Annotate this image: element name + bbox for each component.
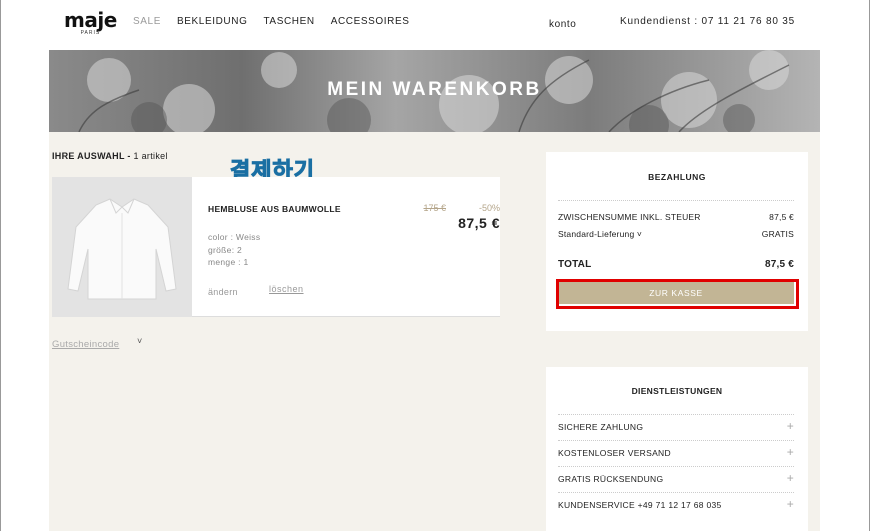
service-label: GRATIS RÜCKSENDUNG <box>558 474 664 484</box>
product-price: 87,5 € <box>458 215 500 231</box>
cart-item: HEMBLUSE AUS BAUMWOLLE color : Weiss grö… <box>192 177 500 317</box>
blouse-image <box>67 198 177 300</box>
product-name[interactable]: HEMBLUSE AUS BAUMWOLLE <box>208 204 341 214</box>
product-quantity: menge : 1 <box>208 257 249 267</box>
service-label: KUNDENSERVICE +49 71 12 17 68 035 <box>558 500 722 510</box>
nav-item-taschen[interactable]: TASCHEN <box>263 16 314 27</box>
service-item-customer-service[interactable]: KUNDENSERVICE +49 71 12 17 68 035 + <box>558 492 794 518</box>
product-color: color : Weiss <box>208 232 261 242</box>
selection-heading: IHRE AUSWAHL - 1 artikel <box>52 151 168 161</box>
total-row: TOTAL 87,5 € <box>558 259 794 270</box>
product-image[interactable] <box>52 177 192 317</box>
services-panel: DIENSTLEISTUNGEN SICHERE ZAHLUNG + KOSTE… <box>546 367 808 531</box>
subtotal-label: ZWISCHENSUMME INKL. STEUER <box>558 212 701 222</box>
customer-service-phone[interactable]: Kundendienst : 07 11 21 76 80 35 <box>620 16 795 27</box>
payment-title: BEZAHLUNG <box>648 172 706 182</box>
subtotal-value: 87,5 € <box>769 212 794 222</box>
nav-item-sale[interactable]: SALE <box>133 16 161 27</box>
shipping-method-select[interactable]: Standard-Lieferung ˅ <box>558 229 642 239</box>
shipping-value: GRATIS <box>761 229 794 239</box>
chevron-down-icon[interactable]: ˅ <box>137 336 142 346</box>
checkout-highlight-box <box>556 279 799 309</box>
service-label: KOSTENLOSER VERSAND <box>558 448 671 458</box>
selection-count: 1 artikel <box>133 151 168 161</box>
original-price: 175 € <box>423 203 446 213</box>
top-bar: maje PARIS SALE BEKLEIDUNG TASCHEN ACCES… <box>49 0 820 50</box>
total-value: 87,5 € <box>764 259 794 270</box>
service-item-secure-payment[interactable]: SICHERE ZAHLUNG + <box>558 414 794 440</box>
selection-label: IHRE AUSWAHL - <box>52 151 134 161</box>
subtotal-row: ZWISCHENSUMME INKL. STEUER 87,5 € <box>558 212 794 222</box>
coupon-code-toggle[interactable]: Gutscheincode <box>52 339 119 350</box>
logo-wordmark: maje <box>64 8 117 32</box>
total-label: TOTAL <box>558 259 592 270</box>
discount-badge: -50% <box>478 203 500 213</box>
plus-icon[interactable]: + <box>787 419 794 433</box>
shipping-row: Standard-Lieferung ˅ GRATIS <box>558 229 794 239</box>
plus-icon[interactable]: + <box>787 445 794 459</box>
page-title: MEIN WARENKORB <box>327 79 542 100</box>
nav-item-accessoires[interactable]: ACCESSOIRES <box>331 16 410 27</box>
service-label: SICHERE ZAHLUNG <box>558 422 644 432</box>
service-item-free-shipping[interactable]: KOSTENLOSER VERSAND + <box>558 440 794 466</box>
service-item-free-returns[interactable]: GRATIS RÜCKSENDUNG + <box>558 466 794 492</box>
account-link[interactable]: konto <box>549 19 576 30</box>
main-nav: SALE BEKLEIDUNG TASCHEN ACCESSOIRES <box>133 16 410 27</box>
services-title: DIENSTLEISTUNGEN <box>631 386 723 396</box>
plus-icon[interactable]: + <box>787 471 794 485</box>
change-item-link[interactable]: ändern <box>208 287 238 297</box>
brand-logo[interactable]: maje PARIS <box>64 10 117 36</box>
nav-item-bekleidung[interactable]: BEKLEIDUNG <box>177 16 247 27</box>
cart-banner: MEIN WARENKORB <box>49 50 820 132</box>
divider <box>558 200 794 201</box>
delete-item-link[interactable]: löschen <box>269 284 304 294</box>
product-size: größe: 2 <box>208 245 243 255</box>
plus-icon[interactable]: + <box>787 497 794 511</box>
